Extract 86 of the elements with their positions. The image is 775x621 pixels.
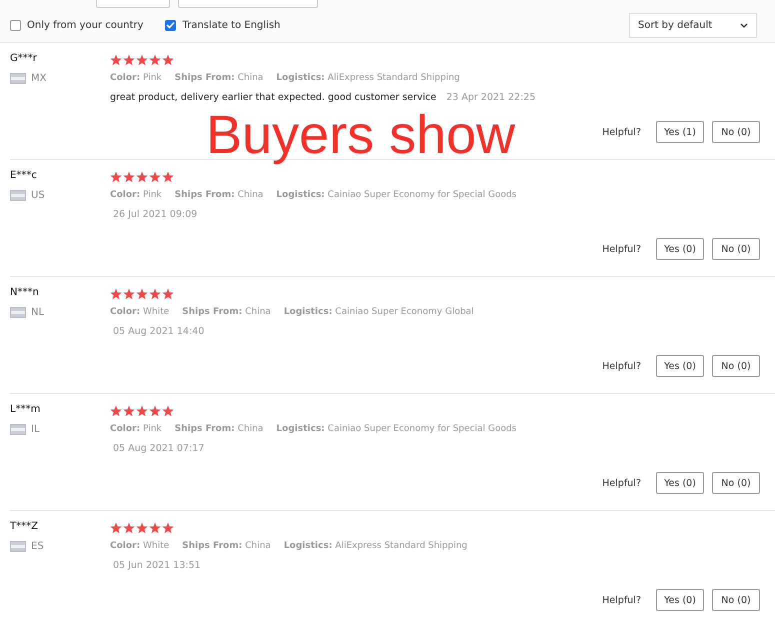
star-icon xyxy=(110,288,122,300)
review-text: great product, delivery earlier that expected. good customer service xyxy=(110,92,436,103)
caret-icon xyxy=(740,22,748,28)
user-name: L***m xyxy=(10,404,42,417)
star-icon xyxy=(110,171,122,183)
star-icon xyxy=(162,171,174,183)
yes-button[interactable]: Yes (0) xyxy=(656,589,704,611)
star-icon xyxy=(123,522,135,534)
star-icon xyxy=(110,405,122,417)
user-name: N***n xyxy=(10,287,40,300)
product-attribute: Ships From: China xyxy=(174,190,264,200)
helpful-label: Helpful? xyxy=(602,126,641,138)
yes-button[interactable]: Yes (0) xyxy=(656,355,704,377)
dropdown-field[interactable] xyxy=(178,0,318,8)
no-button[interactable]: No (0) xyxy=(712,472,760,494)
star-icon xyxy=(123,405,135,417)
flag-icon xyxy=(10,541,26,552)
dropdown-field[interactable] xyxy=(96,0,170,8)
review-date: 05 Aug 2021 14:40 xyxy=(112,326,204,337)
product-attribute: Color: White xyxy=(110,307,170,317)
helpful-label: Helpful? xyxy=(602,594,641,606)
flag-icon xyxy=(10,307,26,318)
flag-icon xyxy=(10,190,26,201)
star-icon xyxy=(162,288,174,300)
star-icon xyxy=(110,54,122,66)
overlay-caption: Buyers show xyxy=(206,108,516,162)
user-name: E***c xyxy=(10,170,38,183)
checkbox-label: Only from your country xyxy=(27,20,144,30)
product-attribute: Ships From: China xyxy=(174,73,264,83)
helpful-label: Helpful? xyxy=(602,244,641,254)
product-attribute: Color: Pink xyxy=(110,190,162,200)
product-attribute: Ships From: China xyxy=(182,541,271,551)
no-button[interactable]: No (0) xyxy=(712,121,760,143)
star-icon xyxy=(136,405,148,417)
star-icon xyxy=(123,288,135,300)
product-attribute: Logistics: Cainiao Super Economy Global xyxy=(284,307,474,317)
star-icon xyxy=(149,522,161,534)
sort-dropdown[interactable]: Sort by default xyxy=(629,12,757,38)
star-icon xyxy=(136,522,148,534)
star-icon xyxy=(149,171,161,183)
product-attribute: Ships From: China xyxy=(182,307,271,317)
review-date: 05 Aug 2021 07:17 xyxy=(112,443,204,454)
no-button[interactable]: No (0) xyxy=(712,589,760,611)
country-code: US xyxy=(31,190,45,201)
flag-icon xyxy=(10,424,26,435)
review-date: 23 Apr 2021 22:25 xyxy=(445,92,536,103)
user-name: G***r xyxy=(10,53,38,66)
review-date: 26 Jul 2021 09:09 xyxy=(112,209,198,220)
review-date: 05 Jun 2021 13:51 xyxy=(112,560,201,571)
helpful-label: Helpful? xyxy=(602,478,641,488)
star-icon xyxy=(123,54,135,66)
product-attribute: Logistics: AliExpress Standard Shipping xyxy=(284,541,468,551)
star-icon xyxy=(149,54,161,66)
star-icon xyxy=(136,54,148,66)
product-attribute: Logistics: Cainiao Super Economy for Special Goods xyxy=(276,190,516,200)
helpful-label: Helpful? xyxy=(602,360,641,372)
product-attribute: Logistics: AliExpress Standard Shipping xyxy=(276,73,460,83)
star-icon xyxy=(110,522,122,534)
checkbox[interactable] xyxy=(10,20,21,30)
country-code: NL xyxy=(31,307,44,318)
checkbox[interactable] xyxy=(165,20,176,30)
star-icon xyxy=(149,405,161,417)
product-attribute: Color: Pink xyxy=(110,424,162,434)
country-code: ES xyxy=(31,541,44,552)
flag-icon xyxy=(10,73,26,84)
product-attribute: Color: Pink xyxy=(110,73,162,83)
star-icon xyxy=(123,171,135,183)
star-icon xyxy=(149,288,161,300)
star-icon xyxy=(162,54,174,66)
checkbox-label: Translate to English xyxy=(182,20,280,30)
star-icon xyxy=(136,171,148,183)
country-code: MX xyxy=(31,73,46,84)
user-name: T***Z xyxy=(10,521,39,534)
no-button[interactable]: No (0) xyxy=(712,238,760,260)
product-attribute: Color: White xyxy=(110,541,170,551)
product-attribute: Ships From: China xyxy=(174,424,264,434)
yes-button[interactable]: Yes (1) xyxy=(656,121,704,143)
country-code: IL xyxy=(31,424,40,435)
yes-button[interactable]: Yes (0) xyxy=(656,472,704,494)
check-icon xyxy=(166,21,176,29)
no-button[interactable]: No (0) xyxy=(712,355,760,377)
star-icon xyxy=(162,522,174,534)
product-attribute: Logistics: Cainiao Super Economy for Special Goods xyxy=(276,424,516,434)
star-icon xyxy=(136,288,148,300)
yes-button[interactable]: Yes (0) xyxy=(656,238,704,260)
star-icon xyxy=(162,405,174,417)
